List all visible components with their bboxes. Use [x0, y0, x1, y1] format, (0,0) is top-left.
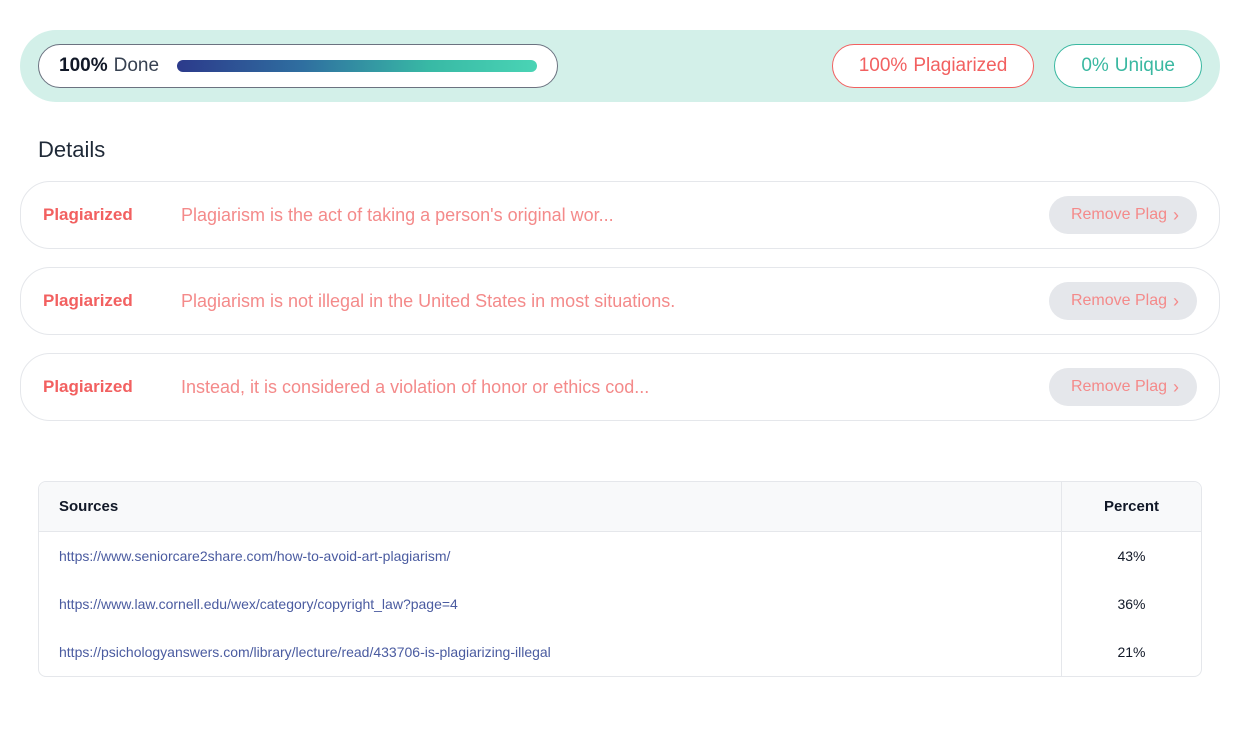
progress-text: 100% Done — [59, 55, 159, 77]
detail-label: Plagiarized — [43, 291, 153, 311]
source-row: https://www.law.cornell.edu/wex/category… — [39, 580, 1201, 628]
remove-plag-button[interactable]: Remove Plag › — [1049, 196, 1197, 234]
source-link[interactable]: https://psichologyanswers.com/library/le… — [59, 644, 1061, 660]
detail-row: Plagiarized Instead, it is considered a … — [20, 353, 1220, 421]
remove-plag-label: Remove Plag — [1071, 378, 1167, 396]
chevron-right-icon: › — [1173, 292, 1179, 310]
plagiarized-pill: 100% Plagiarized — [832, 44, 1035, 88]
source-percent: 21% — [1061, 628, 1201, 676]
status-bar: 100% Done 100% Plagiarized 0% Unique — [20, 30, 1220, 102]
progress-bar — [177, 60, 537, 72]
progress-pill: 100% Done — [38, 44, 558, 88]
detail-row: Plagiarized Plagiarism is not illegal in… — [20, 267, 1220, 335]
progress-percent: 100% — [59, 55, 108, 77]
detail-row: Plagiarized Plagiarism is the act of tak… — [20, 181, 1220, 249]
sources-table: Sources Percent https://www.seniorcare2s… — [38, 481, 1202, 677]
sources-header-source: Sources — [59, 498, 1061, 515]
source-link[interactable]: https://www.seniorcare2share.com/how-to-… — [59, 548, 1061, 564]
source-percent: 36% — [1061, 580, 1201, 628]
plagiarized-label: Plagiarized — [913, 55, 1007, 77]
chevron-right-icon: › — [1173, 206, 1179, 224]
remove-plag-button[interactable]: Remove Plag › — [1049, 282, 1197, 320]
detail-label: Plagiarized — [43, 377, 153, 397]
progress-status: Done — [114, 55, 159, 77]
unique-label: Unique — [1115, 55, 1175, 77]
remove-plag-label: Remove Plag — [1071, 292, 1167, 310]
unique-percent: 0% — [1081, 55, 1108, 77]
detail-text: Plagiarism is the act of taking a person… — [181, 205, 1021, 226]
detail-text: Instead, it is considered a violation of… — [181, 377, 1021, 398]
sources-header: Sources Percent — [39, 482, 1201, 532]
source-row: https://www.seniorcare2share.com/how-to-… — [39, 532, 1201, 580]
sources-header-percent: Percent — [1061, 482, 1201, 531]
details-heading: Details — [38, 137, 1220, 163]
source-link[interactable]: https://www.law.cornell.edu/wex/category… — [59, 596, 1061, 612]
source-percent: 43% — [1061, 532, 1201, 580]
unique-pill: 0% Unique — [1054, 44, 1202, 88]
sources-body: https://www.seniorcare2share.com/how-to-… — [39, 532, 1201, 676]
remove-plag-label: Remove Plag — [1071, 206, 1167, 224]
source-row: https://psichologyanswers.com/library/le… — [39, 628, 1201, 676]
details-list: Plagiarized Plagiarism is the act of tak… — [20, 181, 1220, 421]
chevron-right-icon: › — [1173, 378, 1179, 396]
remove-plag-button[interactable]: Remove Plag › — [1049, 368, 1197, 406]
detail-label: Plagiarized — [43, 205, 153, 225]
plagiarized-percent: 100% — [859, 55, 908, 77]
detail-text: Plagiarism is not illegal in the United … — [181, 291, 1021, 312]
